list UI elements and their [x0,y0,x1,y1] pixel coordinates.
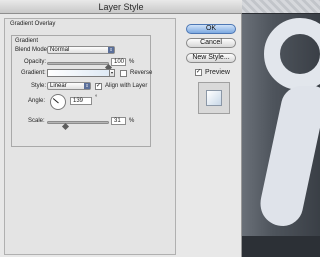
new-style-button[interactable]: New Style... [186,53,236,63]
preview-thumbnail [198,82,230,114]
angle-dial[interactable] [50,94,66,110]
blend-mode-value: Normal [50,47,70,53]
preview-swatch [206,90,222,106]
section-title: Gradient Overlay [10,21,56,27]
window-title: Layer Style [98,2,144,12]
scale-unit: % [129,118,135,124]
blend-mode-select[interactable]: Normal ⇕ [47,46,115,54]
blend-mode-label: Blend Mode: [15,47,49,53]
canvas-bottom-strip [242,236,320,257]
preview-label: Preview [205,69,230,76]
artwork-ring [264,18,320,90]
canvas-background [242,0,320,257]
style-label: Style: [31,83,47,89]
chevron-down-icon[interactable]: ▾ [109,69,115,77]
gradient-label: Gradient: [21,70,46,76]
artwork-shape [255,86,320,226]
scale-slider-knob[interactable] [62,122,70,131]
scale-slider[interactable] [47,121,109,124]
stepper-arrow-icon: ⇕ [108,47,114,53]
opacity-label: Opacity: [24,59,47,65]
scale-label: Scale: [28,118,45,124]
reverse-label: Reverse [130,70,153,76]
opacity-input[interactable]: 100 [111,58,126,66]
gradient-group: Gradient Blend Mode: Normal ⇕ Opacity: 1… [11,35,153,147]
opacity-unit: % [129,59,135,65]
angle-label: Angle: [28,98,46,104]
reverse-checkbox[interactable] [120,70,127,77]
group-title: Gradient [15,38,39,44]
opacity-slider[interactable] [47,62,109,65]
ok-button[interactable]: OK [186,24,236,34]
gradient-overlay-panel: Gradient Overlay Gradient Blend Mode: No… [4,18,176,255]
stepper-arrow-icon: ⇕ [84,83,90,89]
angle-needle [52,98,59,104]
align-with-layer-label: Align with Layer [105,83,148,89]
preview-checkbox[interactable]: ✓ [195,69,202,76]
style-value: Linear [50,83,67,89]
title-bar: Layer Style [0,0,242,14]
gradient-picker[interactable]: ▾ [47,69,115,77]
scale-input[interactable]: 31 [111,117,126,125]
angle-input[interactable]: 139 [70,97,92,105]
canvas-top-pattern [242,0,320,14]
layer-style-dialog: Layer Style Gradient Overlay Gradient Bl… [0,0,242,257]
angle-unit: ° [95,95,98,101]
style-select[interactable]: Linear ⇕ [47,82,91,90]
align-with-layer-checkbox[interactable]: ✓ [95,83,102,90]
cancel-button[interactable]: Cancel [186,38,236,48]
